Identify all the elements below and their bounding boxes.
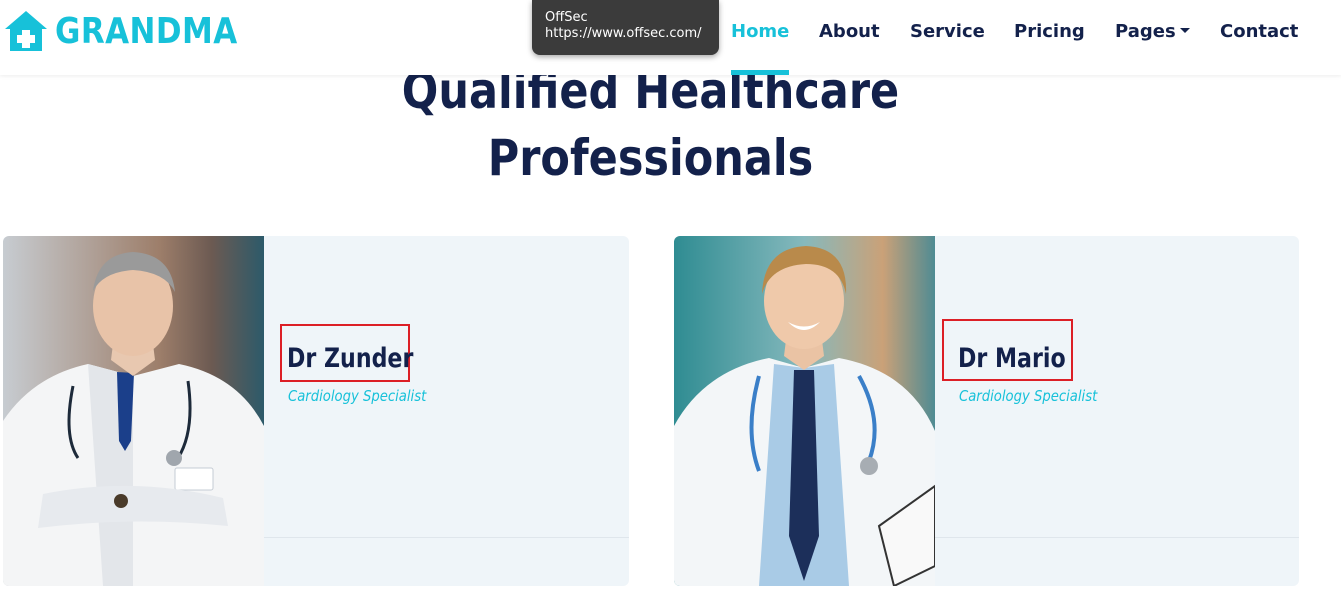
nav-service[interactable]: Service [910,20,985,44]
card-body: Dr Mario Cardiology Specialist [935,236,1299,586]
doctor-photo-senior [3,236,264,586]
caret-down-icon [1179,28,1190,33]
doctor-photo-young [674,236,935,586]
tooltip-url: https://www.offsec.com/ [545,26,702,41]
nav-pages-label: Pages [1115,21,1176,42]
team-card: Dr Mario Cardiology Specialist [674,236,1299,586]
card-body: Dr Zunder Cardiology Specialist [264,236,629,586]
card-divider [264,537,629,538]
doctor-name: Dr Mario [958,343,1066,374]
card-divider [935,537,1299,538]
team-card: Dr Zunder Cardiology Specialist [3,236,629,586]
doctor-name: Dr Zunder [287,343,414,374]
tooltip-title: OffSec [545,10,588,25]
doctor-role: Cardiology Specialist [959,387,1098,405]
nav-about[interactable]: About [819,20,880,44]
doctor-photo [3,236,264,586]
nav-pages-dropdown[interactable]: Pages [1115,20,1190,44]
doctor-photo [674,236,935,586]
nav-pricing[interactable]: Pricing [1014,20,1085,44]
active-nav-indicator [731,70,789,75]
nav-home[interactable]: Home [731,20,789,44]
section-title-line2: Professionals [487,129,814,187]
doctor-role: Cardiology Specialist [288,387,427,405]
link-tooltip: OffSec https://www.offsec.com/ [532,0,719,55]
nav-contact[interactable]: Contact [1220,20,1298,44]
section-title: Qualified Healthcare Professionals [91,58,1210,192]
